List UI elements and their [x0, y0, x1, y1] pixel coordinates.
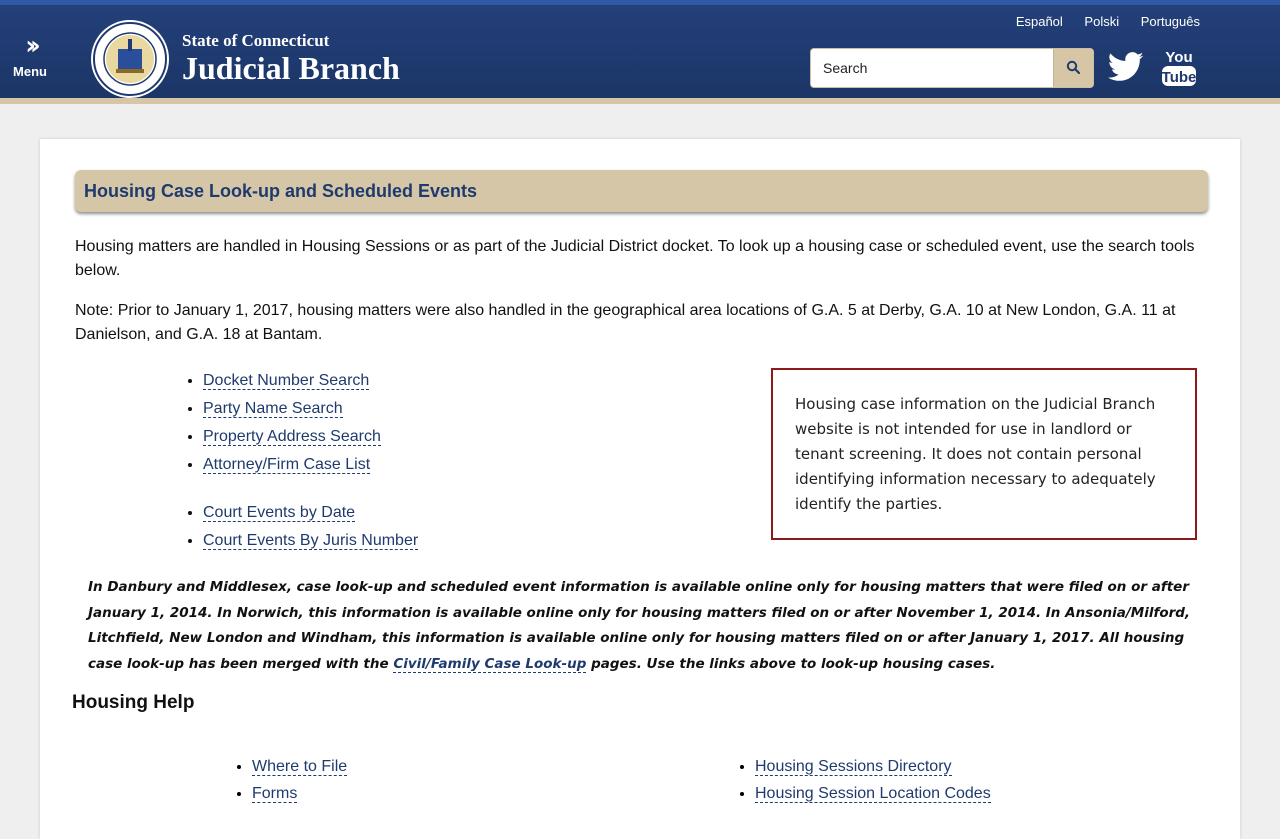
party-name-search-link[interactable]: Party Name Search — [203, 400, 343, 418]
svg-text:Tube: Tube — [1162, 69, 1197, 86]
list-item: Property Address Search — [203, 423, 418, 451]
lookup-links-list: Docket Number Search Party Name Search P… — [185, 367, 419, 555]
brand-title: Judicial Branch — [182, 50, 400, 86]
forms-link[interactable]: Forms — [252, 785, 298, 803]
note-paragraph: Note: Prior to January 1, 2017, housing … — [75, 302, 1176, 343]
search-input[interactable] — [811, 49, 1055, 87]
site-header: ›› Menu State of Connecticut Judicial Br… — [0, 0, 1280, 104]
housing-help-list-left: Where to File Forms — [234, 753, 348, 807]
language-link-polski[interactable]: Polski — [1084, 14, 1119, 29]
housing-help-list-right: Housing Sessions Directory Housing Sessi… — [737, 753, 991, 807]
twitter-icon[interactable] — [1108, 51, 1144, 83]
list-item: Where to File — [252, 753, 348, 780]
intro-paragraph: Housing matters are handled in Housing S… — [75, 238, 1195, 279]
list-item: Housing Sessions Directory — [755, 753, 991, 780]
double-chevron-right-icon: ›› — [25, 31, 40, 61]
language-links: Español Polski Português — [998, 14, 1200, 29]
svg-text:You: You — [1165, 49, 1192, 66]
brand-state-label: State of Connecticut — [182, 31, 330, 50]
housing-session-location-codes-link[interactable]: Housing Session Location Codes — [755, 785, 991, 803]
availability-note: In Danbury and Middlesex, case look-up a… — [88, 575, 1198, 677]
court-events-by-juris-number-link[interactable]: Court Events By Juris Number — [203, 532, 419, 550]
attorney-firm-case-list-link[interactable]: Attorney/Firm Case List — [203, 456, 371, 474]
where-to-file-link[interactable]: Where to File — [252, 758, 348, 776]
brand[interactable]: State of Connecticut Judicial Branch — [182, 31, 400, 85]
main-content-card: Housing Case Look-up and Scheduled Event… — [40, 139, 1240, 839]
property-address-search-link[interactable]: Property Address Search — [203, 428, 381, 446]
list-item: Attorney/Firm Case List — [203, 451, 418, 479]
docket-number-search-link[interactable]: Docket Number Search — [203, 372, 370, 390]
screening-notice-box: Housing case information on the Judicial… — [771, 368, 1197, 540]
list-item: Court Events By Juris Number — [203, 527, 419, 555]
menu-button[interactable]: ›› Menu — [10, 31, 50, 91]
language-link-portugues[interactable]: Português — [1141, 14, 1200, 29]
court-events-by-date-link[interactable]: Court Events by Date — [203, 504, 356, 522]
housing-sessions-directory-link[interactable]: Housing Sessions Directory — [755, 758, 952, 776]
youtube-icon[interactable]: You Tube — [1160, 47, 1198, 87]
list-item: Docket Number Search — [203, 367, 418, 395]
language-link-espanol[interactable]: Español — [1016, 14, 1063, 29]
state-seal-logo[interactable] — [90, 19, 170, 99]
list-item: Party Name Search — [203, 395, 418, 423]
search-box — [810, 48, 1094, 88]
list-item: Housing Session Location Codes — [755, 780, 991, 807]
civil-family-case-lookup-link[interactable]: Civil/Family Case Look-up — [393, 655, 587, 673]
housing-help-heading: Housing Help — [72, 692, 195, 713]
menu-label: Menu — [13, 64, 47, 79]
list-item: Forms — [252, 780, 347, 807]
page-title: Housing Case Look-up and Scheduled Event… — [75, 170, 1208, 212]
availability-text-after: pages. Use the links above to look-up ho… — [586, 655, 996, 672]
list-item: Court Events by Date — [203, 499, 418, 527]
magnifier-icon — [1066, 60, 1080, 74]
search-button[interactable] — [1053, 49, 1093, 87]
